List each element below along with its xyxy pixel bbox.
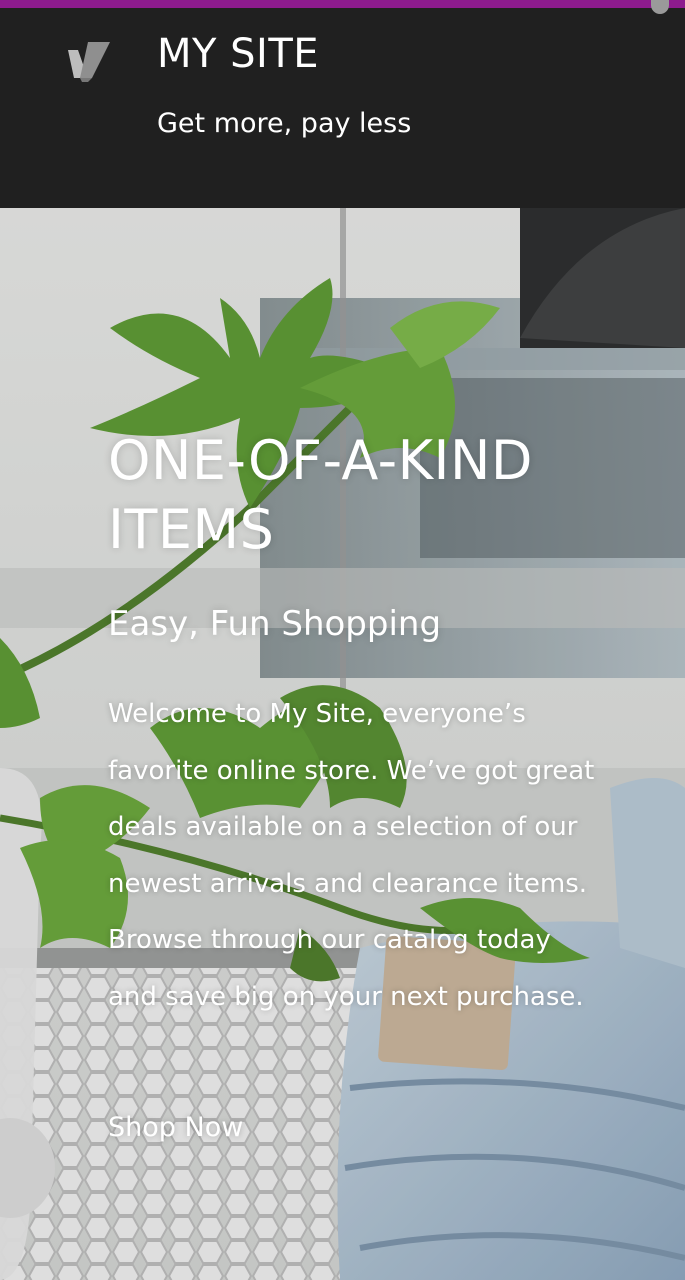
- site-header: MY SITE Get more, pay less: [0, 8, 685, 208]
- shop-now-link[interactable]: Shop Now: [108, 1108, 243, 1148]
- hero-heading: ONE-OF-A-KIND ITEMS: [108, 429, 533, 561]
- hero-section: ONE-OF-A-KIND ITEMS Easy, Fun Shopping W…: [0, 208, 685, 1280]
- site-tagline: Get more, pay less: [157, 108, 412, 139]
- hero-subheading: Easy, Fun Shopping: [108, 604, 442, 644]
- hero-body-text: Welcome to My Site, everyone’s favorite …: [108, 699, 595, 1012]
- top-accent-bar: [0, 0, 685, 8]
- site-title[interactable]: MY SITE: [157, 30, 319, 78]
- v-logo-icon[interactable]: [68, 42, 110, 82]
- page: MY SITE Get more, pay less ONE-OF-A-KIND…: [0, 0, 685, 1280]
